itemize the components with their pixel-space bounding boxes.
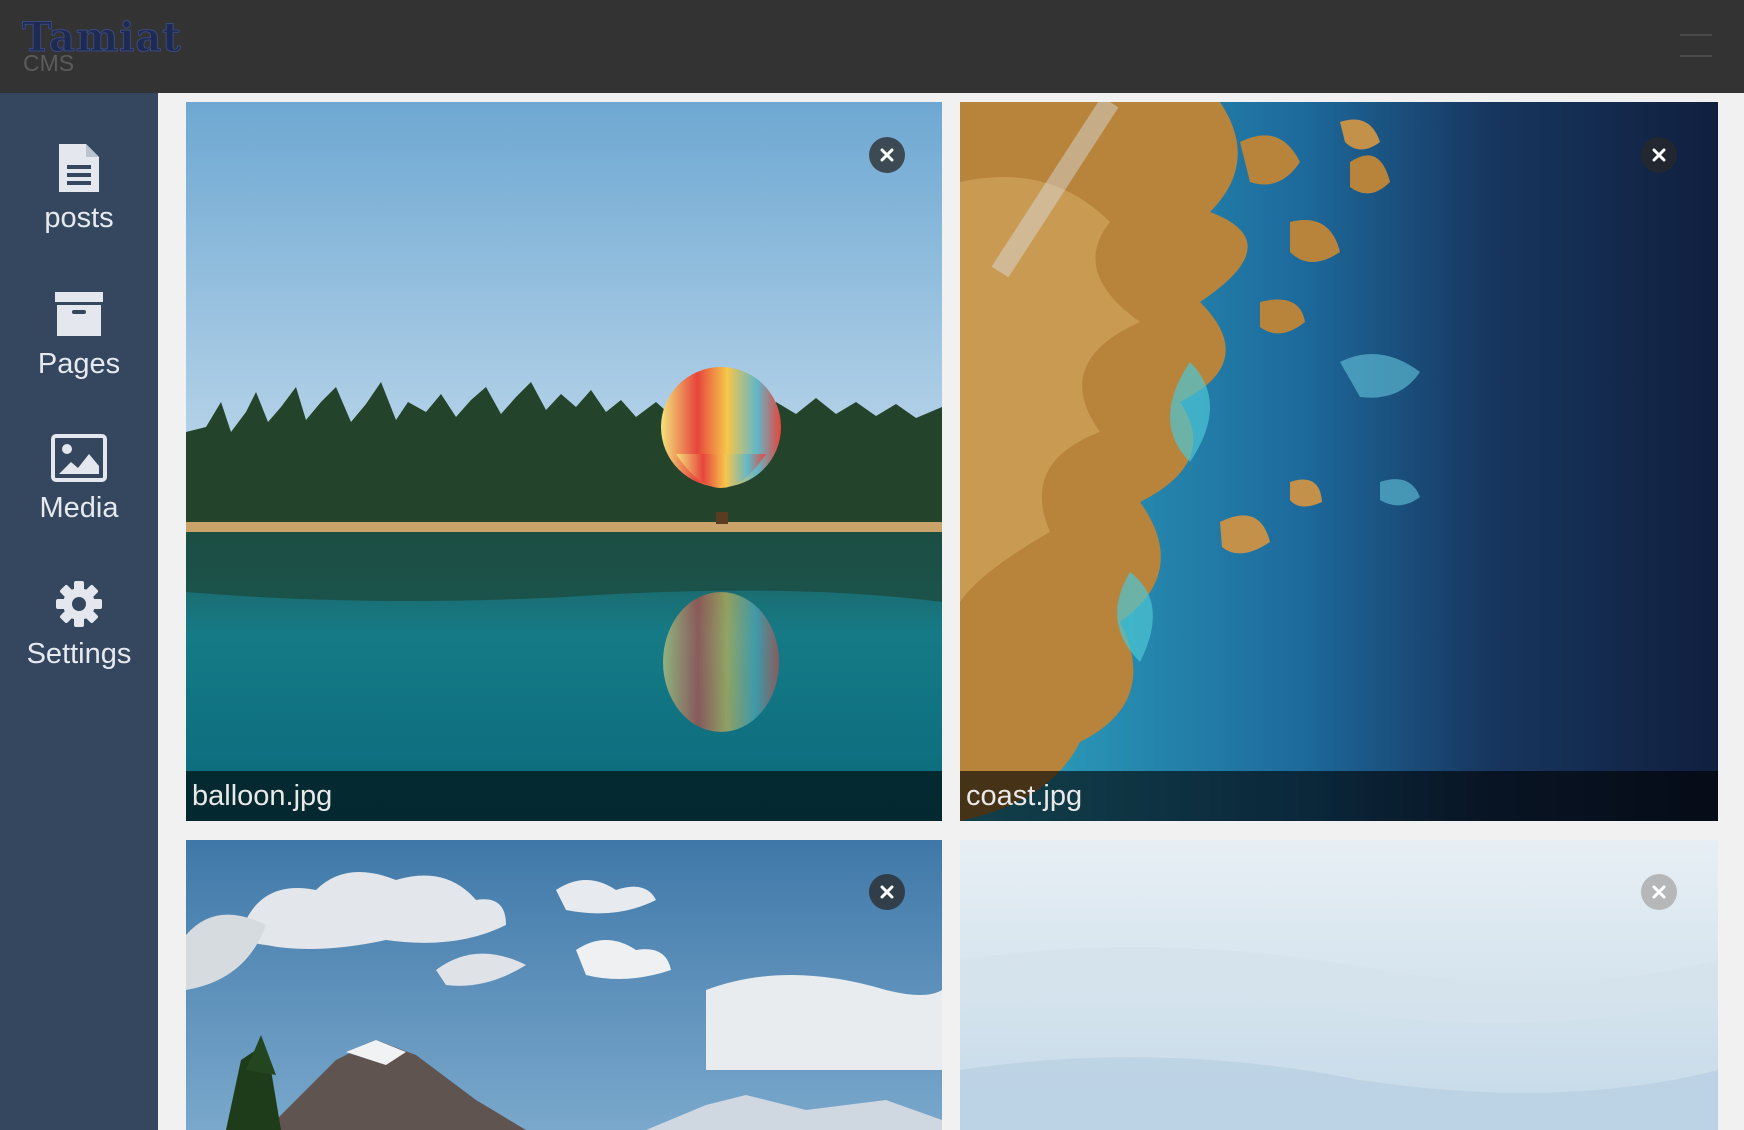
image-icon: [49, 428, 109, 488]
close-icon: [1652, 885, 1666, 899]
archive-icon: [49, 284, 109, 344]
sidebar-item-label: Media: [39, 492, 119, 524]
sidebar: posts Pages Media Settings: [0, 93, 158, 1130]
sidebar-item-media[interactable]: Media: [0, 428, 158, 558]
media-card[interactable]: [960, 840, 1718, 1130]
sidebar-item-label: Settings: [26, 638, 132, 670]
logo-subtitle: CMS: [23, 50, 75, 76]
close-icon: [880, 885, 894, 899]
close-icon: [1652, 148, 1666, 162]
media-grid: balloon.jpg coast.jpg: [158, 93, 1744, 1130]
media-filename: balloon.jpg: [186, 771, 942, 821]
menu-toggle-button[interactable]: [1680, 34, 1712, 58]
media-card[interactable]: coast.jpg: [960, 102, 1718, 821]
sidebar-item-posts[interactable]: posts: [0, 138, 158, 268]
coast-image: [960, 102, 1718, 821]
sidebar-item-label: Pages: [37, 348, 121, 380]
top-bar: Tamiat CMS: [0, 0, 1744, 93]
media-filename: coast.jpg: [960, 771, 1718, 821]
gear-icon: [49, 574, 109, 634]
sidebar-item-label: posts: [44, 202, 114, 234]
media-card[interactable]: balloon.jpg: [186, 102, 942, 821]
delete-media-button[interactable]: [1641, 137, 1677, 173]
sidebar-item-pages[interactable]: Pages: [0, 284, 158, 414]
delete-media-button[interactable]: [869, 137, 905, 173]
sidebar-item-settings[interactable]: Settings: [0, 574, 158, 704]
mountain-image: [186, 840, 942, 1130]
file-text-icon: [49, 138, 109, 198]
cloudy-sky-image: [960, 840, 1718, 1130]
balloon-image: [186, 102, 942, 821]
delete-media-button[interactable]: [869, 874, 905, 910]
close-icon: [880, 148, 894, 162]
media-card[interactable]: [186, 840, 942, 1130]
app-logo[interactable]: Tamiat CMS: [22, 14, 182, 78]
delete-media-button[interactable]: [1641, 874, 1677, 910]
